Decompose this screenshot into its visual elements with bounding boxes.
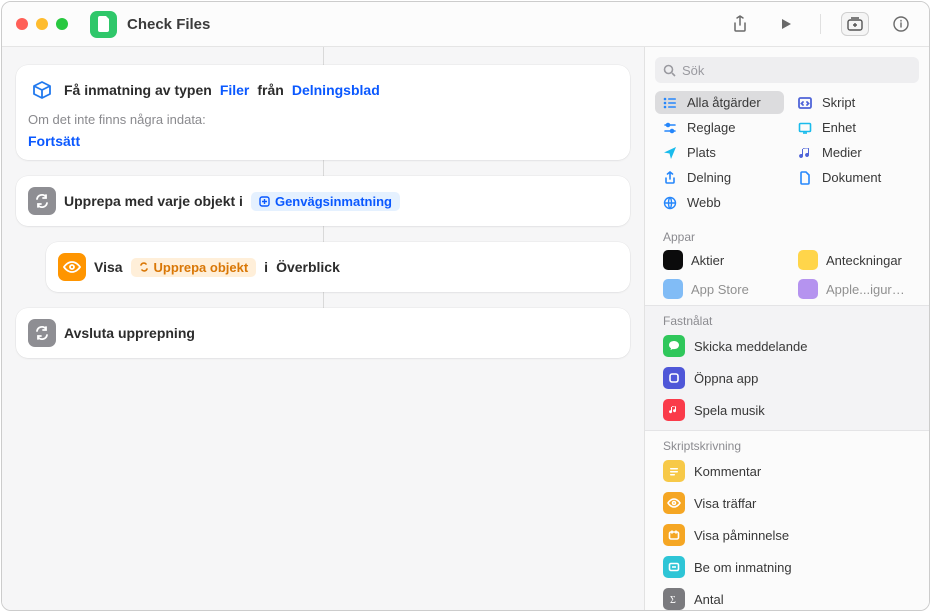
traffic-lights (16, 18, 68, 30)
category-reglage[interactable]: Reglage (655, 116, 784, 139)
eye-icon (663, 492, 685, 514)
search-icon (663, 64, 676, 77)
show-label: Visa (94, 259, 123, 275)
library-add-icon[interactable] (841, 12, 869, 36)
action-get-input[interactable]: Få inmatning av typen Filer från Delning… (16, 65, 630, 160)
minimize-window-button[interactable] (36, 18, 48, 30)
show-app: Överblick (276, 259, 340, 275)
remind-icon (663, 524, 685, 546)
apps-section-label: Appar (645, 222, 929, 246)
show-variable[interactable]: Upprepa objekt (131, 258, 257, 277)
repeat-icon (28, 187, 56, 215)
share-icon (663, 171, 679, 185)
close-window-button[interactable] (16, 18, 28, 30)
scripting-section-label: Skriptskrivning (645, 431, 929, 455)
titlebar: Check Files (2, 2, 929, 47)
category-grid: Alla åtgärder Skript Reglage Enhet Plats Medi… (645, 91, 929, 222)
action-end-repeat[interactable]: Avsluta upprepning (16, 308, 630, 358)
shortcut-input-icon (259, 196, 270, 207)
category-plats[interactable]: Plats (655, 141, 784, 164)
doc-icon (798, 171, 814, 185)
search-placeholder: Sök (682, 63, 704, 78)
window-title: Check Files (127, 16, 210, 33)
category-medier[interactable]: Medier (790, 141, 919, 164)
search-input[interactable]: Sök (655, 57, 919, 83)
action-show-quicklook[interactable]: Visa Upprepa objekt i Överblick (46, 242, 630, 292)
input-fallback-option[interactable]: Fortsätt (28, 133, 80, 149)
category-webb[interactable]: Webb (655, 191, 792, 214)
app-item[interactable]: App Store (655, 275, 784, 303)
input-source-param[interactable]: Delningsblad (292, 82, 380, 98)
share-icon[interactable] (726, 12, 754, 36)
library-action-item[interactable]: Visa träffar (645, 487, 929, 519)
action-mid: från (257, 82, 283, 98)
library-action-item[interactable]: Visa påminnelse (645, 519, 929, 551)
library-action-item[interactable]: Spela musik (645, 394, 929, 426)
app-window: Check Files (1, 1, 930, 611)
shortcut-document-icon (90, 11, 117, 38)
category-skript[interactable]: Skript (790, 91, 919, 114)
chat-icon (663, 335, 685, 357)
sigma-icon: Σ (663, 588, 685, 610)
device-icon (798, 121, 814, 135)
globe-icon (663, 196, 679, 210)
app-icon (663, 250, 683, 270)
ask-icon (663, 556, 685, 578)
music-icon (663, 399, 685, 421)
open-icon (663, 367, 685, 389)
app-icon (798, 250, 818, 270)
zoom-window-button[interactable] (56, 18, 68, 30)
category-delning[interactable]: Delning (655, 166, 784, 189)
list-icon (663, 96, 679, 110)
location-icon (663, 146, 679, 160)
library-action-item[interactable]: Öppna app (645, 362, 929, 394)
app-icon (663, 279, 683, 299)
code-icon (798, 96, 814, 110)
input-fallback-label: Om det inte finns några indata: (28, 112, 618, 127)
library-action-item[interactable]: Be om inmatning (645, 551, 929, 583)
app-item[interactable]: Anteckningar (790, 246, 919, 274)
action-repeat-each[interactable]: Upprepa med varje objekt i Genvägsinmatn… (16, 176, 630, 226)
library-action-item[interactable]: Kommentar (645, 455, 929, 487)
library-action-item[interactable]: ΣAntal (645, 583, 929, 610)
music-icon (798, 146, 814, 160)
input-box-icon (28, 76, 56, 104)
svg-text:Σ: Σ (670, 595, 676, 605)
action-label: Få inmatning av typen (64, 82, 212, 98)
input-type-param[interactable]: Filer (220, 82, 250, 98)
category-enhet[interactable]: Enhet (790, 116, 919, 139)
repeat-item-icon (139, 262, 149, 272)
comment-icon (663, 460, 685, 482)
info-icon[interactable] (887, 12, 915, 36)
action-library: Sök Alla åtgärder Skript Reglage Enhet Plats… (644, 47, 929, 610)
play-icon[interactable] (772, 12, 800, 36)
end-repeat-label: Avsluta upprepning (64, 325, 195, 341)
app-item[interactable]: Apple...igurator (790, 275, 919, 303)
pinned-section-label: Fastnålat (645, 306, 929, 330)
library-action-item[interactable]: Skicka meddelande (645, 330, 929, 362)
show-mid: i (264, 259, 268, 275)
app-item[interactable]: Aktier (655, 246, 784, 274)
sliders-icon (663, 121, 679, 135)
category-dokument[interactable]: Dokument (790, 166, 919, 189)
category-alla-åtgärder[interactable]: Alla åtgärder (655, 91, 784, 114)
repeat-label: Upprepa med varje objekt i (64, 193, 243, 209)
repeat-variable[interactable]: Genvägsinmatning (251, 192, 400, 211)
eye-icon (58, 253, 86, 281)
repeat-end-icon (28, 319, 56, 347)
shortcut-canvas[interactable]: Få inmatning av typen Filer från Delning… (2, 47, 644, 610)
app-icon (798, 279, 818, 299)
